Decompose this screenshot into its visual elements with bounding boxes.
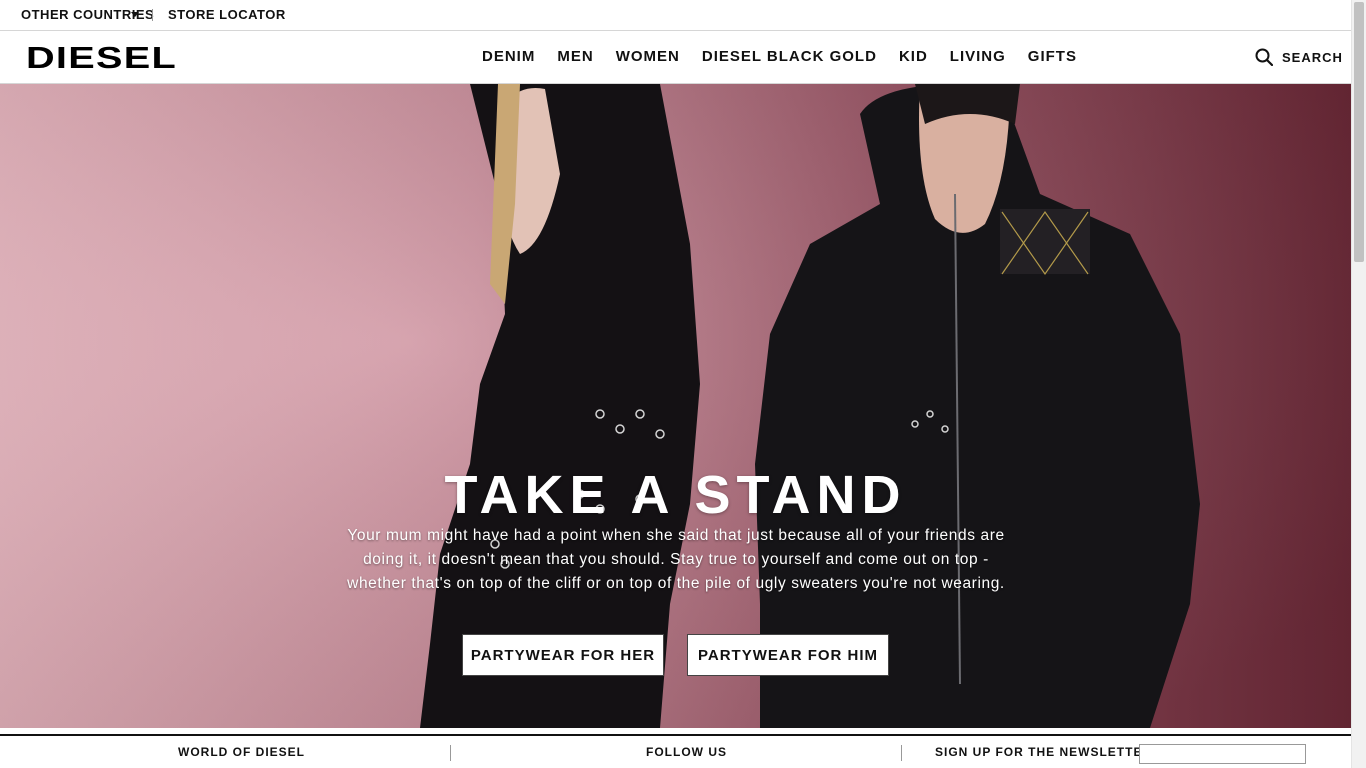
main-header: DIESEL DENIM MEN WOMEN DIESEL BLACK GOLD… [0,31,1351,84]
store-locator-link[interactable]: STORE LOCATOR [168,7,286,22]
hero-title: TAKE A STAND [444,465,907,525]
newsletter-email-input[interactable] [1139,744,1306,764]
nav-item-gifts[interactable]: GIFTS [1028,48,1077,65]
partywear-for-him-button[interactable]: PARTYWEAR FOR HIM [687,634,889,676]
divider [450,745,451,761]
partywear-for-her-button[interactable]: PARTYWEAR FOR HER [462,634,664,676]
world-of-diesel-link[interactable]: WORLD OF DIESEL [178,745,305,759]
nav-item-diesel-black-gold[interactable]: DIESEL BLACK GOLD [702,48,877,65]
footer-bar: WORLD OF DIESEL FOLLOW US SIGN UP FOR TH… [0,734,1351,768]
diesel-logo[interactable]: DIESEL [26,41,177,75]
divider [152,9,153,21]
nav-item-denim[interactable]: DENIM [482,48,535,65]
chevron-down-icon[interactable] [131,12,139,17]
main-nav: DENIM MEN WOMEN DIESEL BLACK GOLD KID LI… [482,48,1099,65]
follow-us-link[interactable]: FOLLOW US [646,745,727,759]
hero-banner: TAKE A STAND Your mum might have had a p… [0,84,1351,728]
page-scrollbar[interactable] [1351,0,1366,768]
newsletter-label: SIGN UP FOR THE NEWSLETTER [935,745,1153,759]
nav-item-kid[interactable]: KID [899,48,928,65]
scrollbar-thumb[interactable] [1354,2,1364,262]
divider [901,745,902,761]
nav-item-living[interactable]: LIVING [950,48,1006,65]
nav-item-men[interactable]: MEN [557,48,593,65]
search-label: SEARCH [1282,49,1343,65]
nav-item-women[interactable]: WOMEN [616,48,680,65]
search-button[interactable]: SEARCH [1255,48,1343,66]
hero-description: Your mum might have had a point when she… [347,527,1005,592]
search-icon [1255,48,1273,66]
hero-image [0,84,1351,728]
utility-bar: OTHER COUNTRIES STORE LOCATOR [0,0,1351,31]
